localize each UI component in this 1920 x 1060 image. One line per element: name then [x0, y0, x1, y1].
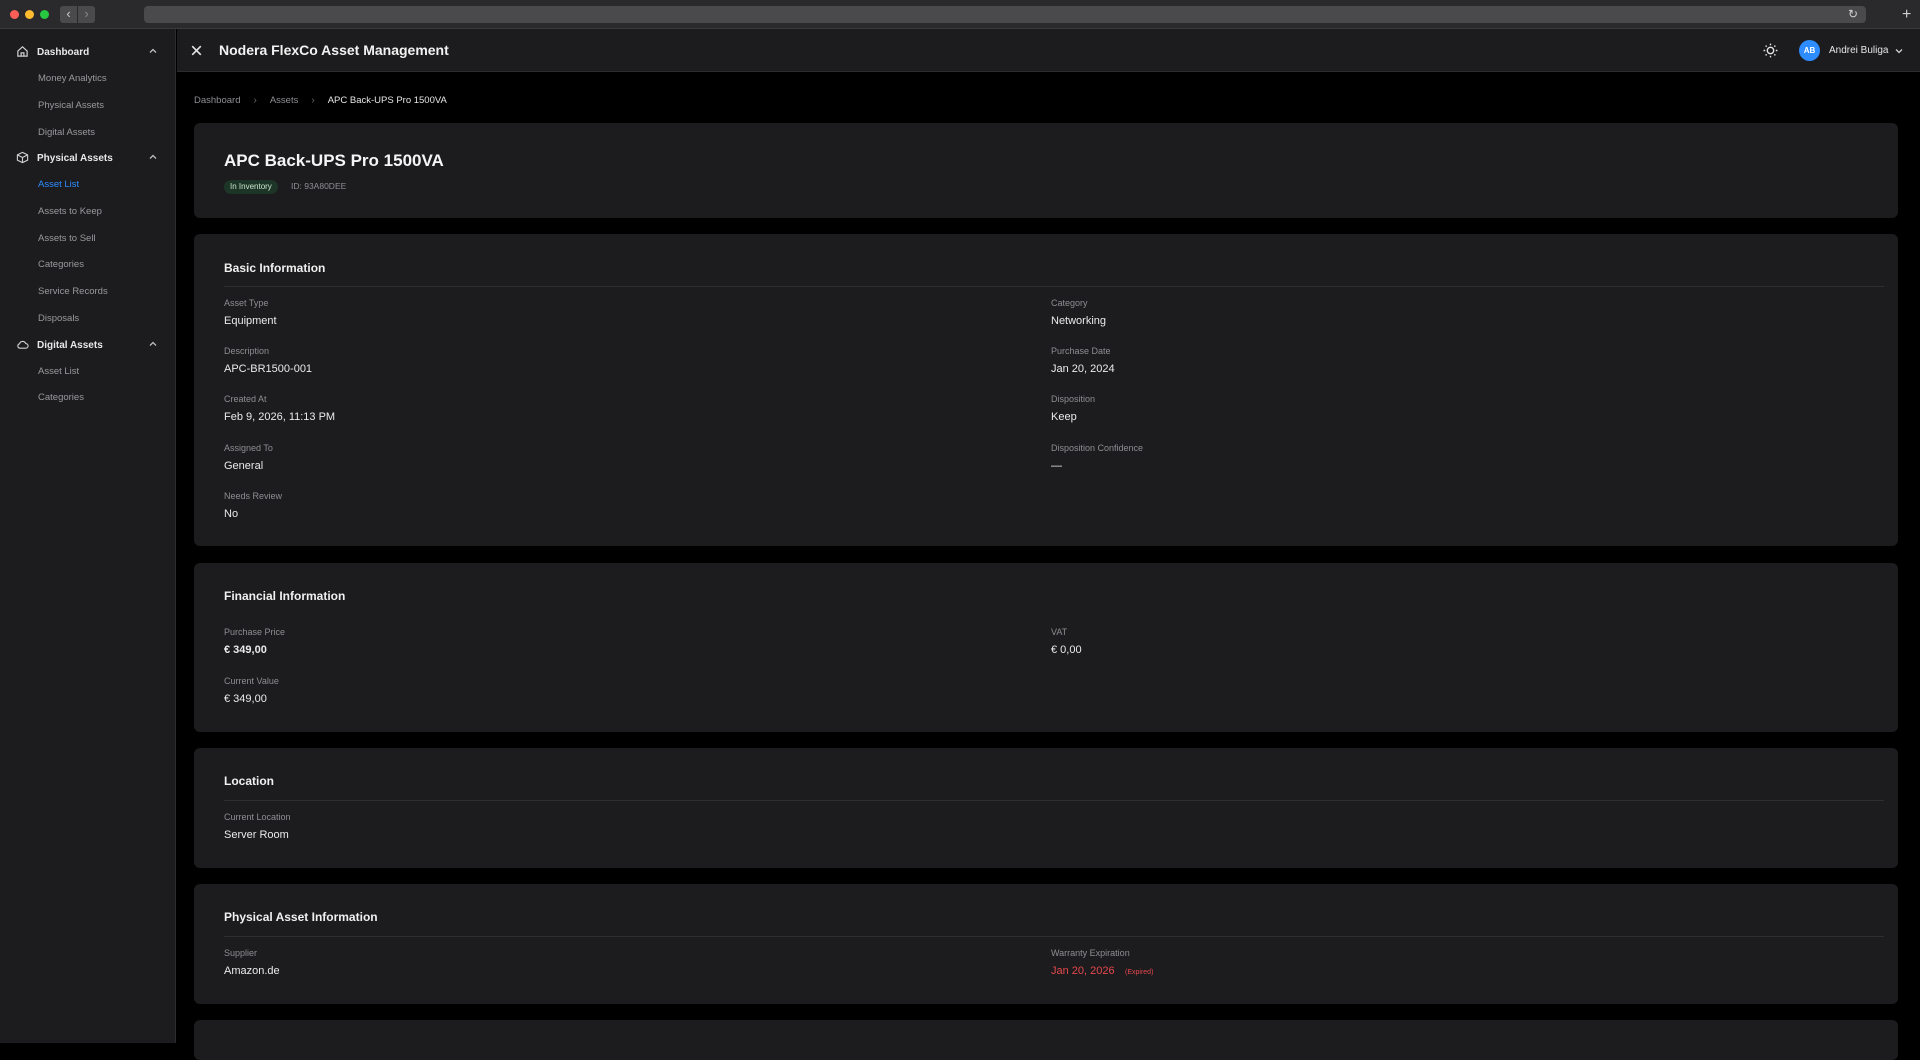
disposition-confidence-value: — [1051, 460, 1062, 472]
divider [224, 800, 1884, 801]
sidebar-item-assets-to-keep[interactable]: Assets to Keep [38, 206, 102, 217]
close-icon[interactable] [189, 43, 204, 58]
current-location-label: Current Location [224, 812, 291, 822]
plus-icon[interactable]: + [1902, 6, 1911, 23]
address-bar[interactable]: ↻ [144, 6, 1866, 23]
purchase-price-value: € 349,00 [224, 644, 267, 656]
page-title: APC Back-UPS Pro 1500VA [224, 151, 444, 170]
box-icon [16, 151, 29, 164]
chevron-left-icon[interactable]: ‹ [60, 6, 77, 23]
breadcrumb: Dashboard › Assets › APC Back-UPS Pro 15… [194, 95, 447, 106]
sidebar-item-digital-asset-list[interactable]: Asset List [38, 366, 79, 377]
expired-badge: (Expired) [1125, 969, 1154, 976]
sidebar-item-categories[interactable]: Categories [38, 259, 84, 270]
needs-review-value: No [224, 508, 239, 520]
sidebar-item-assets-to-sell[interactable]: Assets to Sell [38, 233, 96, 244]
sidebar-item-physical-assets[interactable]: Physical Assets [38, 100, 104, 111]
cloud-icon [17, 340, 29, 349]
supplier-value: Amazon.de [224, 965, 280, 977]
basic-information-card: Basic Information Asset Type Equipment C… [194, 234, 1898, 546]
browser-toolbar: ‹ › ↻ + [0, 0, 1920, 29]
status-badge: In Inventory [224, 180, 278, 194]
financial-information-card: Financial Information Purchase Price € 3… [194, 563, 1898, 732]
next-section-card [194, 1020, 1898, 1060]
asset-type-value: Equipment [224, 315, 277, 327]
created-at-label: Created At [224, 394, 267, 404]
sidebar-group-digital-assets[interactable]: Digital Assets [0, 334, 176, 356]
description-value: APC-BR1500-001 [224, 363, 313, 375]
window-close-button[interactable] [10, 10, 19, 19]
disposition-label: Disposition [1051, 394, 1096, 404]
sidebar-item-asset-list[interactable]: Asset List [38, 179, 79, 190]
divider [224, 936, 1884, 937]
supplier-label: Supplier [224, 948, 258, 958]
created-at-value: Feb 9, 2026, 11:13 PM [224, 411, 336, 423]
chevron-down-icon[interactable] [1894, 46, 1904, 56]
needs-review-label: Needs Review [224, 491, 283, 501]
physical-asset-information-card: Physical Asset Information Supplier Amaz… [194, 884, 1898, 1004]
chevron-right-icon[interactable]: › [78, 6, 95, 23]
sidebar-group-dashboard[interactable]: Dashboard [0, 41, 176, 63]
current-value-value: € 349,00 [224, 693, 267, 705]
asset-id: ID: 93A80DEE [291, 181, 347, 191]
warranty-expiration-value: Jan 20, 2026 [1051, 965, 1115, 977]
chevron-up-icon[interactable] [148, 152, 158, 162]
asset-type-label: Asset Type [224, 298, 269, 308]
sidebar-group-label: Physical Assets [37, 152, 113, 164]
user-name[interactable]: Andrei Buliga [1829, 45, 1888, 56]
divider [224, 286, 1884, 287]
purchase-price-label: Purchase Price [224, 627, 286, 637]
sidebar-item-disposals[interactable]: Disposals [38, 313, 79, 324]
category-value: Networking [1051, 315, 1107, 327]
vat-label: VAT [1051, 627, 1068, 637]
sidebar-group-label: Digital Assets [37, 339, 103, 351]
chevron-right-icon: › [311, 95, 315, 106]
sun-icon[interactable] [1762, 42, 1779, 59]
window-minimize-button[interactable] [25, 10, 34, 19]
asset-header-card: APC Back-UPS Pro 1500VA In Inventory ID:… [194, 123, 1898, 218]
home-icon [17, 46, 28, 57]
warranty-expiration-label: Warranty Expiration [1051, 948, 1130, 958]
window-zoom-button[interactable] [40, 10, 49, 19]
section-title: Basic Information [224, 261, 326, 275]
chevron-up-icon[interactable] [148, 339, 158, 349]
chevron-up-icon[interactable] [148, 46, 158, 56]
sidebar-item-digital-assets[interactable]: Digital Assets [38, 127, 95, 138]
chevron-right-icon: › [253, 95, 257, 106]
sidebar: Dashboard Money Analytics Physical Asset… [0, 29, 176, 1043]
assigned-to-value: General [224, 460, 264, 472]
sidebar-group-label: Dashboard [37, 46, 90, 58]
section-title: Physical Asset Information [224, 910, 378, 924]
avatar[interactable]: AB [1799, 40, 1820, 61]
purchase-date-label: Purchase Date [1051, 346, 1111, 356]
disposition-confidence-label: Disposition Confidence [1051, 443, 1144, 453]
section-title: Location [224, 774, 274, 788]
breadcrumb-dashboard[interactable]: Dashboard [194, 95, 240, 106]
app-header: Nodera FlexCo Asset Management AB Andrei… [177, 29, 1920, 72]
vat-value: € 0,00 [1051, 644, 1082, 656]
breadcrumb-assets[interactable]: Assets [270, 95, 299, 106]
description-label: Description [224, 346, 270, 356]
disposition-value: Keep [1051, 411, 1077, 423]
sidebar-item-money-analytics[interactable]: Money Analytics [38, 73, 107, 84]
section-title: Financial Information [224, 589, 346, 603]
breadcrumb-current: APC Back-UPS Pro 1500VA [327, 95, 447, 106]
current-location-value: Server Room [224, 829, 289, 841]
sidebar-group-physical-assets[interactable]: Physical Assets [0, 147, 176, 169]
sidebar-item-service-records[interactable]: Service Records [38, 286, 108, 297]
reload-icon[interactable]: ↻ [1848, 6, 1858, 23]
purchase-date-value: Jan 20, 2024 [1051, 363, 1115, 375]
current-value-label: Current Value [224, 676, 279, 686]
app-title: Nodera FlexCo Asset Management [219, 42, 449, 58]
location-card: Location Current Location Server Room [194, 748, 1898, 868]
sidebar-item-digital-categories[interactable]: Categories [38, 392, 84, 403]
category-label: Category [1051, 298, 1088, 308]
assigned-to-label: Assigned To [224, 443, 273, 453]
